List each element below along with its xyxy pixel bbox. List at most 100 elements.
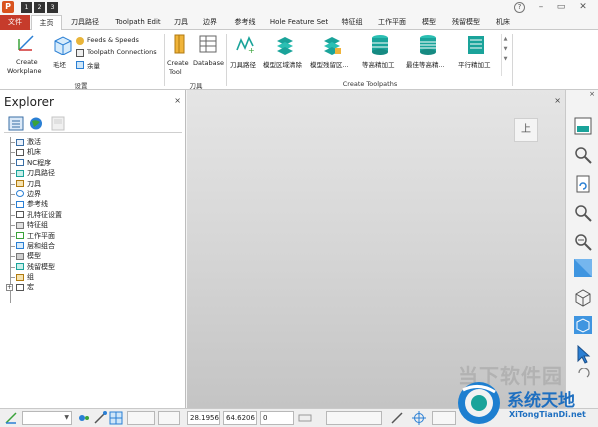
tree-item-label: 参考线 — [27, 200, 48, 209]
block-button[interactable]: 毛坯 — [50, 33, 74, 77]
tree-item[interactable]: 工作平面 — [0, 231, 186, 241]
tab-home[interactable]: 主页 — [31, 15, 62, 31]
globe-icon[interactable] — [28, 116, 44, 131]
watermark-site-name: 系统天地 — [507, 391, 575, 411]
wireframe-view-icon[interactable] — [573, 287, 593, 307]
gallery-scroll[interactable]: ▲ ▼ ▼ — [501, 34, 509, 76]
tab-toolpath-edit[interactable]: Toolpath Edit — [110, 15, 166, 30]
allowance-label: 余量 — [87, 62, 100, 70]
constant-z-finishing-button[interactable]: 等高精加工 — [358, 33, 402, 77]
workplane-select[interactable]: ▼ — [22, 411, 72, 425]
status-empty-field — [432, 411, 456, 425]
gallery-up-icon[interactable]: ▲ — [502, 34, 509, 44]
zoom-out-icon[interactable] — [573, 232, 593, 252]
model-rest-clearance-button[interactable]: 模型残留区... — [309, 33, 355, 77]
restore-icon[interactable]: ▭ — [554, 1, 568, 13]
shaded-view-icon[interactable] — [573, 258, 593, 278]
tree-item-label: 刀具路径 — [27, 169, 55, 178]
constant-z-finishing-label: 等高精加工 — [362, 61, 395, 69]
rest-clearance-icon — [324, 37, 341, 55]
create-tool-icon — [174, 34, 185, 54]
expand-icon[interactable]: + — [6, 284, 13, 292]
ruler-icon[interactable] — [390, 411, 404, 425]
tree-item[interactable]: 孔特征设置 — [0, 210, 186, 220]
tab-stock-model[interactable]: 残留模型 — [448, 15, 484, 30]
optimised-constant-z-button[interactable]: 最佳等高精... — [405, 33, 451, 77]
tree-item[interactable]: 模型 — [0, 251, 186, 261]
status-empty-field — [326, 411, 382, 425]
viewcube[interactable]: 上 — [514, 118, 538, 142]
quick-access-toolbar: P 1 2 3 ? – ▭ ✕ — [0, 0, 598, 15]
tree-item-label: NC程序 — [27, 158, 52, 167]
tree-item[interactable]: 特征组 — [0, 220, 186, 230]
model-area-clearance-button[interactable]: 模型区域清除 — [263, 33, 307, 77]
allowance-button[interactable]: 余量 — [76, 60, 136, 70]
tree-item-label: 机床 — [27, 148, 41, 157]
tree-item[interactable]: 层和组合 — [0, 241, 186, 251]
tab-hole-feature-set[interactable]: Hole Feature Set — [268, 15, 330, 30]
help-icon[interactable]: ? — [514, 2, 525, 13]
tab-model[interactable]: 模型 — [418, 15, 440, 30]
quick-access-button-2[interactable]: 2 — [34, 2, 45, 13]
workplane-icon — [18, 35, 34, 51]
toolpath-icon — [16, 169, 24, 177]
tree-item[interactable]: 组 — [0, 272, 186, 282]
viewport-close-icon[interactable]: × — [554, 96, 561, 105]
tree-item[interactable]: 参考线 — [0, 199, 186, 209]
measure-icon[interactable] — [298, 411, 312, 425]
minimize-icon[interactable]: – — [534, 1, 548, 13]
macro-icon — [16, 283, 24, 291]
ribbon-separator — [164, 34, 165, 86]
workplane-status-icon[interactable] — [4, 411, 18, 425]
raster-finishing-button[interactable]: 平行精加工 — [454, 33, 498, 77]
create-workplane-button[interactable]: Create Workplane — [4, 33, 46, 77]
svg-text:+: + — [248, 46, 255, 54]
view-toolbar-close-icon[interactable]: × — [566, 90, 598, 100]
tab-machine[interactable]: 机床 — [492, 15, 514, 30]
folder-icon — [16, 273, 24, 281]
tree-item-label: 工作平面 — [27, 231, 55, 240]
grid-snap-icon[interactable] — [109, 411, 123, 425]
gallery-more-icon[interactable]: ▼ — [502, 54, 509, 64]
toolpath-connections-button[interactable]: Toolpath Connections — [76, 48, 160, 58]
watermark-logo-icon — [458, 382, 500, 424]
view-from-top-icon[interactable] — [573, 116, 593, 136]
zoom-in-icon[interactable] — [573, 203, 593, 223]
tree-view-icon[interactable] — [8, 116, 24, 131]
gallery-down-icon[interactable]: ▼ — [502, 44, 509, 54]
snap-icon[interactable] — [77, 411, 91, 425]
tree-item[interactable]: 机床 — [0, 147, 186, 157]
tab-boundary[interactable]: 边界 — [198, 15, 222, 30]
quick-access-button-1[interactable]: 1 — [21, 2, 32, 13]
tree-item[interactable]: 残留模型 — [0, 262, 186, 272]
refresh-view-icon[interactable] — [573, 174, 593, 194]
zoom-previous-icon[interactable] — [573, 145, 593, 165]
toolpaths-button[interactable]: + 刀具路径 — [229, 33, 261, 77]
explorer-close-icon[interactable]: × — [174, 96, 181, 105]
tool-axis-icon[interactable] — [93, 411, 107, 425]
tab-tool[interactable]: 刀具 — [170, 15, 192, 30]
tree-item-label: 刀具 — [27, 179, 41, 188]
tab-feature-group[interactable]: 特征组 — [338, 15, 366, 30]
quick-access-button-3[interactable]: 3 — [47, 2, 58, 13]
tree-item[interactable]: 边界 — [0, 189, 186, 199]
tab-toolpaths[interactable]: 刀具路径 — [66, 15, 104, 30]
tab-file[interactable]: 文件 — [0, 15, 30, 30]
create-tool-button[interactable]: Create Tool — [167, 33, 193, 77]
feeds-speeds-button[interactable]: Feeds & Speeds — [76, 36, 160, 46]
tree-item[interactable]: + 宏 — [0, 282, 186, 292]
tool-database-button[interactable]: Database — [193, 33, 224, 77]
tab-pattern[interactable]: 参考线 — [230, 15, 260, 30]
tree-item-label: 孔特征设置 — [27, 210, 62, 219]
tree-item[interactable]: 刀具路径 — [0, 168, 186, 178]
close-window-icon[interactable]: ✕ — [576, 1, 590, 13]
tab-workplane[interactable]: 工作平面 — [374, 15, 410, 30]
iso-view-icon[interactable] — [573, 315, 593, 335]
hole-feature-icon — [16, 211, 24, 219]
chevron-down-icon: ▼ — [64, 414, 69, 421]
tree-item[interactable]: 刀具 — [0, 179, 186, 189]
tree-item[interactable]: 激活 — [0, 137, 186, 147]
tree-item[interactable]: NC程序 — [0, 158, 186, 168]
create-tool-label-1: Create — [167, 59, 189, 67]
crosshair-icon[interactable] — [412, 411, 426, 425]
